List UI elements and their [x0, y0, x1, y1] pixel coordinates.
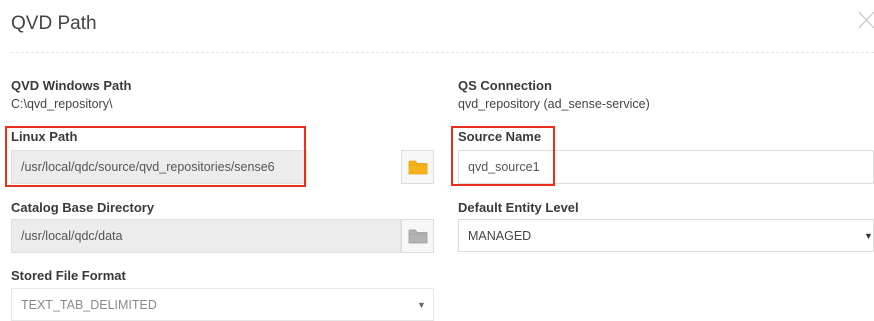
qs-connection-value: qvd_repository (ad_sense-service) [458, 97, 650, 111]
header-divider [11, 52, 874, 53]
close-icon [858, 11, 874, 29]
default-entity-level-value: MANAGED [468, 228, 532, 243]
source-name-label: Source Name [458, 129, 542, 144]
qvd-windows-path-label: QVD Windows Path [11, 78, 132, 93]
caret-down-icon: ▼ [417, 299, 426, 310]
stored-file-format-value: TEXT_TAB_DELIMITED [21, 297, 157, 312]
catalog-base-directory-label: Catalog Base Directory [11, 200, 155, 215]
qs-connection-label: QS Connection [458, 78, 552, 93]
close-button[interactable] [855, 8, 874, 32]
default-entity-level-select[interactable]: MANAGED ▼ [458, 219, 874, 252]
catalog-base-directory-browse-button[interactable] [401, 219, 434, 253]
linux-path-browse-button[interactable] [401, 150, 434, 184]
linux-path-label: Linux Path [11, 129, 78, 144]
dialog-title: QVD Path [11, 13, 97, 34]
folder-icon [408, 229, 427, 244]
linux-path-input[interactable]: /usr/local/qdc/source/qvd_repositories/s… [11, 150, 307, 184]
folder-icon [408, 160, 427, 175]
caret-down-icon: ▼ [864, 230, 873, 241]
catalog-base-directory-input[interactable]: /usr/local/qdc/data [11, 219, 401, 253]
source-name-input[interactable]: qvd_source1 [458, 150, 874, 184]
default-entity-level-label: Default Entity Level [458, 200, 579, 215]
stored-file-format-select[interactable]: TEXT_TAB_DELIMITED ▼ [11, 288, 434, 321]
qvd-windows-path-value: C:\qvd_repository\ [11, 97, 113, 111]
stored-file-format-label: Stored File Format [11, 268, 126, 283]
